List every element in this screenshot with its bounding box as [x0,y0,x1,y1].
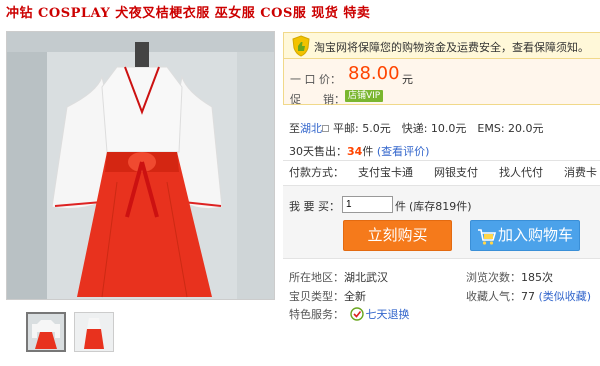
payment-option-proxy-pay[interactable]: 找人代付 [499,164,543,180]
product-title: 冲钻 COSPLAY 犬夜叉桔梗衣服 巫女服 COS服 现货 特卖 [6,6,371,21]
view-reviews-link[interactable]: (查看评价) [377,145,430,158]
favorites-label: 收藏人气： [466,290,521,303]
purchase-panel: 我 要 买： 件 (库存819件) 立刻购买 加入购物车 [283,185,600,259]
product-main-image[interactable] [6,31,275,300]
region-select[interactable]: 湖北 [300,122,322,135]
location-label: 所在地区： [289,271,344,284]
chevron-down-icon[interactable] [322,124,329,132]
payment-option-alipay-card[interactable]: 支付宝卡通 [358,164,413,180]
sales-row: 30天售出：34件 (查看评价) [289,143,429,159]
notice-text: 淘宝网将保障您的购物资金及运费安全，查看保障须知。 [314,41,589,54]
buyer-protection-notice[interactable]: 淘宝网将保障您的购物资金及运费安全，查看保障须知。 [283,32,600,59]
vip-badge[interactable]: 店铺VIP [345,90,384,102]
add-to-cart-label: 加入购物车 [498,226,574,244]
item-type-label: 宝贝类型： [289,290,344,303]
price-unit: 元 [402,73,413,86]
seven-day-return-icon [349,306,364,324]
similar-favorites-link[interactable]: (类似收藏) [539,290,592,303]
price-panel: 一 口 价： 88.00 元 促 销： 店铺VIP [283,59,600,106]
divider [283,160,600,161]
views-info: 浏览次数：185次 [466,269,553,285]
views-value: 185次 [521,271,553,284]
thumbs-up-shield-icon [291,35,311,60]
views-label: 浏览次数： [466,271,521,284]
buy-now-button[interactable]: 立刻购买 [343,220,452,251]
quantity-label: 我 要 买： [289,200,340,213]
payment-row: 付款方式： 支付宝卡通 网银支付 找人代付 消费卡 [289,164,600,180]
seven-day-return-link[interactable]: 七天退换 [366,308,410,321]
shipping-row: 至湖北 平邮: 5.0元 快递: 10.0元 EMS: 20.0元 [289,120,544,136]
price-value: 88.00 [348,63,400,84]
add-to-cart-button[interactable]: 加入购物车 [470,220,580,251]
payment-option-gift-card[interactable]: 消费卡 [564,164,597,180]
payment-option-online-bank[interactable]: 网银支付 [434,164,478,180]
sales-label: 30天售出： [289,145,347,158]
service-info: 特色服务： 七天退换 [289,306,410,324]
shipping-options: 平邮: 5.0元 快递: 10.0元 EMS: 20.0元 [333,122,544,135]
cart-icon [477,227,497,256]
item-type-value: 全新 [344,290,366,303]
location-info: 所在地区：湖北武汉 [289,269,388,285]
favorites-value: 77 [521,290,535,303]
quantity-input[interactable] [342,196,393,213]
payment-label: 付款方式： [289,166,344,179]
thumbnail-2[interactable] [74,312,114,352]
favorites-info: 收藏人气：77 (类似收藏) [466,288,591,304]
item-type-info: 宝贝类型：全新 [289,288,366,304]
shipping-prefix: 至 [289,122,300,135]
stock-count: (库存819件) [409,200,472,213]
sales-unit: 件 [362,145,374,158]
quantity-unit: 件 [395,200,406,213]
service-label: 特色服务： [289,308,344,321]
sales-count: 34 [347,145,363,158]
promo-label: 促 销： [290,93,345,106]
thumbnail-1[interactable] [26,312,66,352]
location-value: 湖北武汉 [344,271,388,284]
price-label: 一 口 价： [290,73,341,86]
